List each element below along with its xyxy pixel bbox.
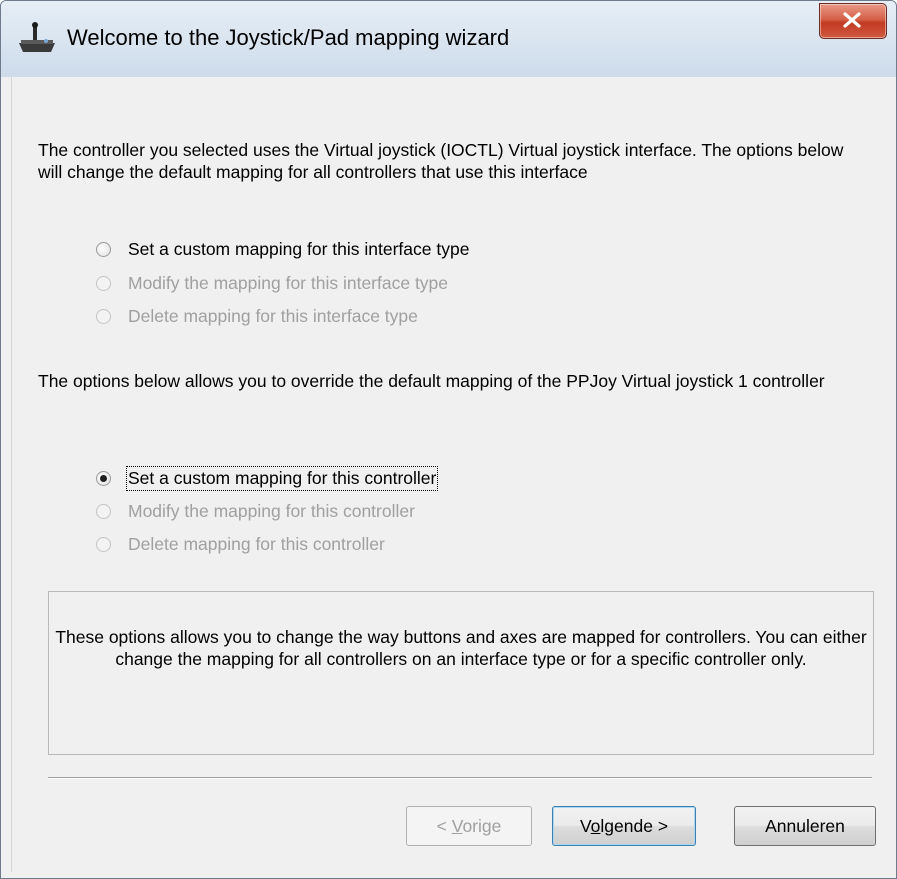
radio-label: Delete mapping for this controller (128, 533, 385, 554)
radio-interface-modify[interactable]: Modify the mapping for this interface ty… (96, 271, 448, 295)
divider (48, 777, 872, 779)
radio-label: Modify the mapping for this controller (128, 500, 415, 521)
window-title: Welcome to the Joystick/Pad mapping wiza… (67, 25, 510, 50)
radio-controller-delete[interactable]: Delete mapping for this controller (96, 532, 385, 556)
radio-button[interactable] (96, 308, 111, 324)
next-prefix: V (579, 816, 591, 836)
radio-interface-custom[interactable]: Set a custom mapping for this interface … (96, 237, 469, 261)
radio-label: Delete mapping for this interface type (128, 305, 418, 326)
radio-label: Set a custom mapping for this controller (125, 465, 439, 491)
next-accel: o (590, 816, 601, 836)
back-prefix: < (436, 816, 452, 836)
radio-button[interactable] (96, 275, 111, 291)
next-rest: lgende > (600, 816, 669, 836)
interface-description: The controller you selected uses the Vir… (38, 140, 844, 182)
controller-description: The options below allows you to override… (38, 371, 825, 391)
wizard-content: The controller you selected uses the Vir… (11, 77, 887, 872)
back-rest: orige (462, 816, 502, 836)
radio-button[interactable] (96, 503, 111, 519)
joystick-icon (15, 21, 59, 55)
back-accel: V (451, 816, 463, 836)
radio-interface-delete[interactable]: Delete mapping for this interface type (96, 304, 418, 328)
back-button[interactable]: < Vorige (406, 806, 532, 846)
close-button[interactable] (819, 3, 887, 39)
wizard-window: Welcome to the Joystick/Pad mapping wiza… (0, 0, 897, 879)
radio-button-selected[interactable] (96, 470, 111, 486)
radio-button[interactable] (96, 241, 111, 257)
info-panel: These options allows you to change the w… (48, 591, 874, 755)
radio-button[interactable] (96, 536, 111, 552)
title-bar[interactable]: Welcome to the Joystick/Pad mapping wiza… (1, 1, 896, 77)
info-text: These options allows you to change the w… (55, 627, 867, 669)
next-button[interactable]: Volgende > (552, 806, 696, 846)
radio-controller-custom[interactable]: Set a custom mapping for this controller (96, 465, 439, 491)
radio-controller-modify[interactable]: Modify the mapping for this controller (96, 499, 415, 523)
cancel-button[interactable]: Annuleren (734, 806, 876, 846)
close-icon (843, 12, 861, 28)
radio-label: Set a custom mapping for this interface … (128, 238, 470, 259)
radio-label: Modify the mapping for this interface ty… (128, 272, 449, 293)
